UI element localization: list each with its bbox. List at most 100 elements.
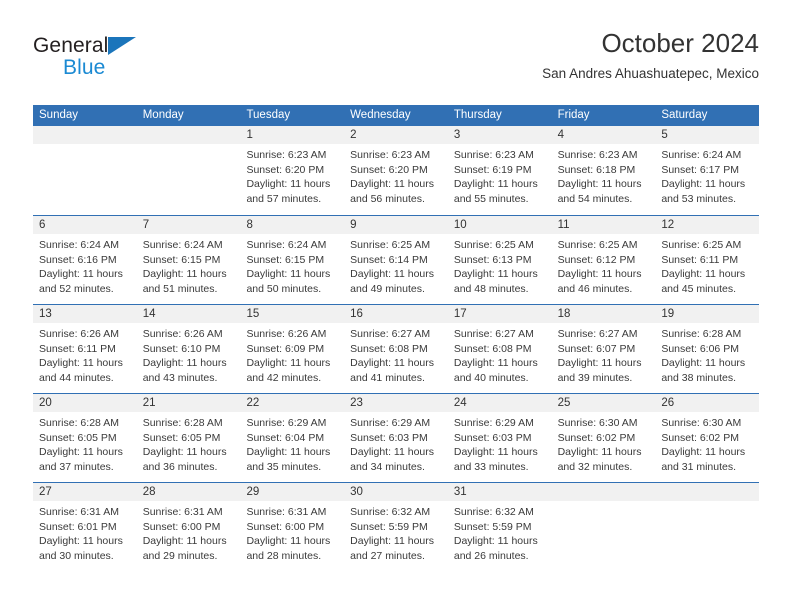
sunrise-text: Sunrise: 6:25 AM [557,239,638,251]
sunrise-text: Sunrise: 6:28 AM [39,417,119,429]
sunset-text: Sunset: 6:11 PM [39,342,116,355]
day-cell[interactable]: 28 Sunrise: 6:31 AM Sunset: 6:00 PM Dayligh… [136,483,241,571]
day-number-band: 31 [447,483,552,501]
day-number: 19 [661,308,675,320]
daylight-text: Daylight: 11 hours and 37 minutes. [39,446,123,473]
sunset-text: Sunset: 5:59 PM [350,520,428,533]
sunrise-text: Sunrise: 6:30 AM [557,417,638,429]
sunset-text: Sunset: 6:03 PM [350,431,428,444]
day-cell[interactable]: 18 Sunrise: 6:27 AM Sunset: 6:07 PM Dayligh… [551,305,656,393]
sunrise-text: Sunrise: 6:29 AM [246,417,327,429]
day-cell[interactable]: 27 Sunrise: 6:31 AM Sunset: 6:01 PM Dayligh… [33,483,137,571]
day-sun-info: Sunrise: 6:27 AM Sunset: 6:08 PM Daylight:… [448,323,552,385]
daylight-text: Daylight: 11 hours and 34 minutes. [350,446,435,473]
sunset-text: Sunset: 6:01 PM [39,520,117,533]
day-number-band [136,126,241,144]
calendar-week-row: 6 Sunrise: 6:24 AM Sunset: 6:16 PM Daylight… [33,215,760,304]
sunrise-text: Sunrise: 6:27 AM [557,328,638,340]
day-cell-empty [33,126,137,215]
sunset-text: Sunset: 6:17 PM [661,163,739,176]
sunset-text: Sunset: 6:08 PM [350,342,428,355]
daylight-text: Daylight: 11 hours and 52 minutes. [39,268,123,295]
sunrise-text: Sunrise: 6:25 AM [661,239,742,251]
sunset-text: Sunset: 6:03 PM [453,431,532,444]
sunset-text: Sunset: 6:13 PM [453,253,532,266]
day-cell[interactable]: 12 Sunrise: 6:25 AM Sunset: 6:11 PM Dayligh… [655,216,760,304]
daylight-text: Daylight: 11 hours and 50 minutes. [246,268,331,295]
weekday-header-friday: Friday [557,109,590,121]
day-cell[interactable]: 17 Sunrise: 6:27 AM Sunset: 6:08 PM Dayligh… [447,305,552,393]
day-sun-info: Sunrise: 6:26 AM Sunset: 6:11 PM Daylight:… [33,323,137,385]
day-cell[interactable]: 2 Sunrise: 6:23 AM Sunset: 6:20 PM Daylight… [344,126,448,215]
day-cell[interactable]: 23 Sunrise: 6:29 AM Sunset: 6:03 PM Dayligh… [344,394,448,482]
general-blue-logo[interactable]: General Blue [33,34,213,90]
daylight-text: Daylight: 11 hours and 41 minutes. [350,357,435,384]
daylight-text: Daylight: 11 hours and 35 minutes. [246,446,331,473]
daylight-text: Daylight: 11 hours and 42 minutes. [246,357,331,384]
day-cell[interactable]: 31 Sunrise: 6:32 AM Sunset: 5:59 PM Dayligh… [447,483,552,571]
day-cell[interactable]: 30 Sunrise: 6:32 AM Sunset: 5:59 PM Dayligh… [344,483,448,571]
daylight-text: Daylight: 11 hours and 44 minutes. [39,357,123,384]
day-cell[interactable]: 25 Sunrise: 6:30 AM Sunset: 6:02 PM Dayligh… [551,394,656,482]
weekday-header-row: Sunday Monday Tuesday Wednesday Thursday… [33,105,759,126]
day-cell[interactable]: 24 Sunrise: 6:29 AM Sunset: 6:03 PM Dayligh… [447,394,552,482]
sunset-text: Sunset: 6:20 PM [350,163,428,176]
daylight-text: Daylight: 11 hours and 45 minutes. [661,268,746,295]
day-number: 4 [557,129,564,141]
day-cell[interactable]: 13 Sunrise: 6:26 AM Sunset: 6:11 PM Dayligh… [33,305,137,393]
daylight-text: Daylight: 11 hours and 49 minutes. [350,268,435,295]
weekday-header-thursday: Thursday [453,109,502,121]
day-cell[interactable]: 14 Sunrise: 6:26 AM Sunset: 6:10 PM Dayligh… [136,305,241,393]
day-cell[interactable]: 3 Sunrise: 6:23 AM Sunset: 6:19 PM Daylight… [447,126,552,215]
day-number-band: 21 [136,394,241,412]
sunset-text: Sunset: 6:08 PM [453,342,532,355]
day-number-band: 26 [655,394,760,412]
page-subtitle: San Andres Ahuashuatepec, Mexico [542,66,759,81]
day-number-band: 9 [344,216,448,234]
sunset-text: Sunset: 6:15 PM [142,253,221,266]
sunrise-text: Sunrise: 6:24 AM [142,239,223,251]
day-cell[interactable]: 8 Sunrise: 6:24 AM Sunset: 6:15 PM Daylight… [240,216,345,304]
day-cell[interactable]: 21 Sunrise: 6:28 AM Sunset: 6:05 PM Dayligh… [136,394,241,482]
day-sun-info: Sunrise: 6:23 AM Sunset: 6:20 PM Daylight:… [240,144,344,206]
day-number-band: 2 [344,126,448,144]
weekday-header-wednesday: Wednesday [350,109,411,121]
daylight-text: Daylight: 11 hours and 46 minutes. [557,268,642,295]
daylight-text: Daylight: 11 hours and 38 minutes. [661,357,746,384]
sunrise-text: Sunrise: 6:27 AM [453,328,534,340]
day-sun-info: Sunrise: 6:24 AM Sunset: 6:17 PM Daylight:… [655,144,759,206]
day-cell[interactable]: 4 Sunrise: 6:23 AM Sunset: 6:18 PM Daylight… [551,126,656,215]
day-number-band: 23 [344,394,448,412]
sunrise-text: Sunrise: 6:32 AM [350,506,431,518]
day-cell[interactable]: 19 Sunrise: 6:28 AM Sunset: 6:06 PM Dayligh… [655,305,760,393]
day-sun-info: Sunrise: 6:28 AM Sunset: 6:05 PM Daylight:… [33,412,137,474]
calendar-grid: Sunday Monday Tuesday Wednesday Thursday… [33,105,760,571]
day-sun-info: Sunrise: 6:29 AM Sunset: 6:03 PM Daylight:… [448,412,552,474]
day-cell[interactable]: 15 Sunrise: 6:26 AM Sunset: 6:09 PM Dayligh… [240,305,345,393]
daylight-text: Daylight: 11 hours and 54 minutes. [557,178,642,205]
sunrise-text: Sunrise: 6:31 AM [246,506,327,518]
day-cell[interactable]: 16 Sunrise: 6:27 AM Sunset: 6:08 PM Dayligh… [344,305,448,393]
day-sun-info: Sunrise: 6:25 AM Sunset: 6:13 PM Daylight:… [448,234,552,296]
day-number-band: 7 [136,216,241,234]
day-cell[interactable]: 9 Sunrise: 6:25 AM Sunset: 6:14 PM Daylight… [344,216,448,304]
day-sun-info: Sunrise: 6:25 AM Sunset: 6:12 PM Daylight:… [552,234,656,296]
day-cell[interactable]: 26 Sunrise: 6:30 AM Sunset: 6:02 PM Dayligh… [655,394,760,482]
day-number-band: 15 [240,305,345,323]
sunrise-text: Sunrise: 6:23 AM [246,149,327,161]
day-number-band: 11 [551,216,656,234]
sunset-text: Sunset: 5:59 PM [453,520,532,533]
day-cell[interactable]: 11 Sunrise: 6:25 AM Sunset: 6:12 PM Dayligh… [551,216,656,304]
day-cell-empty [655,483,760,571]
day-cell[interactable]: 6 Sunrise: 6:24 AM Sunset: 6:16 PM Daylight… [33,216,137,304]
day-cell[interactable]: 29 Sunrise: 6:31 AM Sunset: 6:00 PM Dayligh… [240,483,345,571]
day-cell[interactable]: 10 Sunrise: 6:25 AM Sunset: 6:13 PM Dayligh… [447,216,552,304]
day-cell[interactable]: 20 Sunrise: 6:28 AM Sunset: 6:05 PM Dayligh… [33,394,137,482]
day-cell[interactable]: 1 Sunrise: 6:23 AM Sunset: 6:20 PM Daylight… [240,126,345,215]
day-cell[interactable]: 22 Sunrise: 6:29 AM Sunset: 6:04 PM Dayligh… [240,394,345,482]
day-cell[interactable]: 7 Sunrise: 6:24 AM Sunset: 6:15 PM Daylight… [136,216,241,304]
day-sun-info: Sunrise: 6:23 AM Sunset: 6:20 PM Daylight:… [344,144,448,206]
day-number: 24 [453,397,467,409]
daylight-text: Daylight: 11 hours and 30 minutes. [39,535,123,562]
day-cell[interactable]: 5 Sunrise: 6:24 AM Sunset: 6:17 PM Daylight… [655,126,760,215]
